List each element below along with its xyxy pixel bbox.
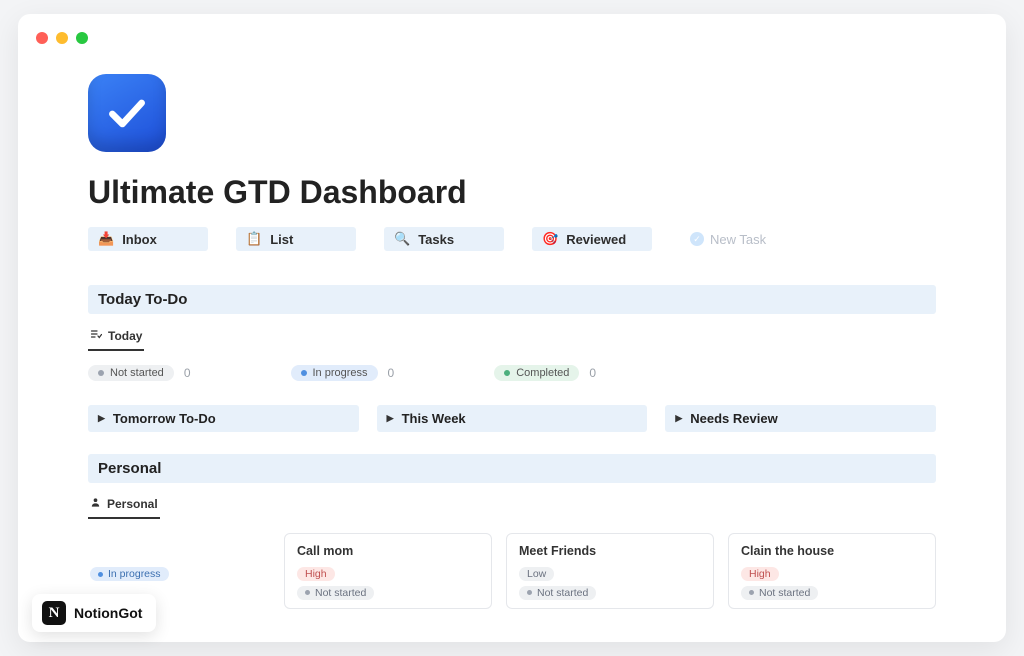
checkmark-icon (105, 91, 149, 135)
status-not-started[interactable]: Not started 0 (88, 365, 191, 381)
status-value: Not started (759, 587, 810, 599)
list-icon: 📋 (246, 231, 262, 247)
new-task-label: New Task (710, 232, 766, 247)
nav-reviewed[interactable]: 🎯 Reviewed (532, 227, 652, 251)
toggle-label: This Week (402, 411, 466, 426)
status-dot-icon (749, 590, 754, 595)
tasks-icon: 🔍 (394, 231, 410, 247)
page-title: Ultimate GTD Dashboard (88, 174, 936, 211)
card-title: Meet Friends (519, 544, 701, 558)
check-circle-icon: ✓ (690, 232, 704, 246)
status-label: Not started (110, 367, 164, 379)
toggle-tomorrow[interactable]: ▶ Tomorrow To-Do (88, 405, 359, 432)
status-count: 0 (388, 366, 395, 380)
triangle-right-icon: ▶ (98, 413, 105, 424)
close-window-button[interactable] (36, 32, 48, 44)
priority-tag: Low (519, 567, 554, 581)
inbox-icon: 📥 (98, 231, 114, 247)
status-in-progress[interactable]: In progress 0 (291, 365, 395, 381)
status-tag: Not started (519, 586, 596, 600)
status-dot-icon (98, 370, 104, 376)
today-tabs: Today (88, 324, 936, 351)
nav-label: Reviewed (566, 232, 626, 247)
today-section-header: Today To-Do (88, 285, 936, 314)
nav-list[interactable]: 📋 List (236, 227, 356, 251)
card-title: Clain the house (741, 544, 923, 558)
personal-section-header: Personal (88, 454, 936, 483)
toggle-this-week[interactable]: ▶ This Week (377, 405, 648, 432)
status-tag: Not started (297, 586, 374, 600)
new-task-button[interactable]: ✓ New Task (680, 228, 776, 251)
status-value: Not started (315, 587, 366, 599)
toggle-needs-review[interactable]: ▶ Needs Review (665, 405, 936, 432)
personal-cards: In progress Call mom High Not started Me… (88, 533, 936, 609)
nav-label: Inbox (122, 232, 157, 247)
status-dot-icon (527, 590, 532, 595)
status-pill: Not started (88, 365, 174, 381)
window-controls (36, 32, 88, 44)
reviewed-icon: 🎯 (542, 231, 558, 247)
toggle-row: ▶ Tomorrow To-Do ▶ This Week ▶ Needs Rev… (88, 405, 936, 432)
status-tag: In progress (90, 567, 169, 581)
triangle-right-icon: ▶ (387, 413, 394, 424)
status-value: Not started (537, 587, 588, 599)
page-content: Ultimate GTD Dashboard 📥 Inbox 📋 List 🔍 … (18, 14, 1006, 609)
nav-inbox[interactable]: 📥 Inbox (88, 227, 208, 251)
watermark-label: NotionGot (74, 605, 142, 621)
personal-tabs: Personal (88, 493, 936, 519)
status-completed[interactable]: Completed 0 (494, 365, 596, 381)
status-dot-icon (98, 572, 103, 577)
status-pill: In progress (291, 365, 378, 381)
notion-logo-icon: N (42, 601, 66, 625)
status-dot-icon (504, 370, 510, 376)
status-count: 0 (184, 366, 191, 380)
card-title: Call mom (297, 544, 479, 558)
task-card[interactable]: Clain the house High Not started (728, 533, 936, 609)
maximize-window-button[interactable] (76, 32, 88, 44)
nav-tasks[interactable]: 🔍 Tasks (384, 227, 504, 251)
nav-label: Tasks (418, 232, 454, 247)
status-tag: Not started (741, 586, 818, 600)
person-icon (90, 497, 101, 511)
nav-label: List (270, 232, 293, 247)
watermark-badge[interactable]: N NotionGot (32, 594, 156, 632)
status-count: 0 (589, 366, 596, 380)
status-value: In progress (108, 568, 161, 580)
nav-row: 📥 Inbox 📋 List 🔍 Tasks 🎯 Reviewed ✓ New … (88, 227, 936, 251)
priority-tag: High (741, 567, 779, 581)
tab-label: Personal (107, 497, 158, 511)
toggle-label: Tomorrow To-Do (113, 411, 216, 426)
list-check-icon (90, 328, 102, 343)
status-pill: Completed (494, 365, 579, 381)
app-logo (88, 74, 166, 152)
minimize-window-button[interactable] (56, 32, 68, 44)
status-label: Completed (516, 367, 569, 379)
tab-personal[interactable]: Personal (88, 493, 160, 519)
task-card[interactable]: Meet Friends Low Not started (506, 533, 714, 609)
status-label: In progress (313, 367, 368, 379)
task-card[interactable]: Call mom High Not started (284, 533, 492, 609)
app-window: Ultimate GTD Dashboard 📥 Inbox 📋 List 🔍 … (18, 14, 1006, 642)
tab-today[interactable]: Today (88, 324, 144, 351)
status-dot-icon (301, 370, 307, 376)
triangle-right-icon: ▶ (675, 413, 682, 424)
tab-label: Today (108, 329, 142, 343)
priority-tag: High (297, 567, 335, 581)
toggle-label: Needs Review (690, 411, 777, 426)
today-status-row: Not started 0 In progress 0 Completed 0 (88, 365, 936, 381)
status-dot-icon (305, 590, 310, 595)
